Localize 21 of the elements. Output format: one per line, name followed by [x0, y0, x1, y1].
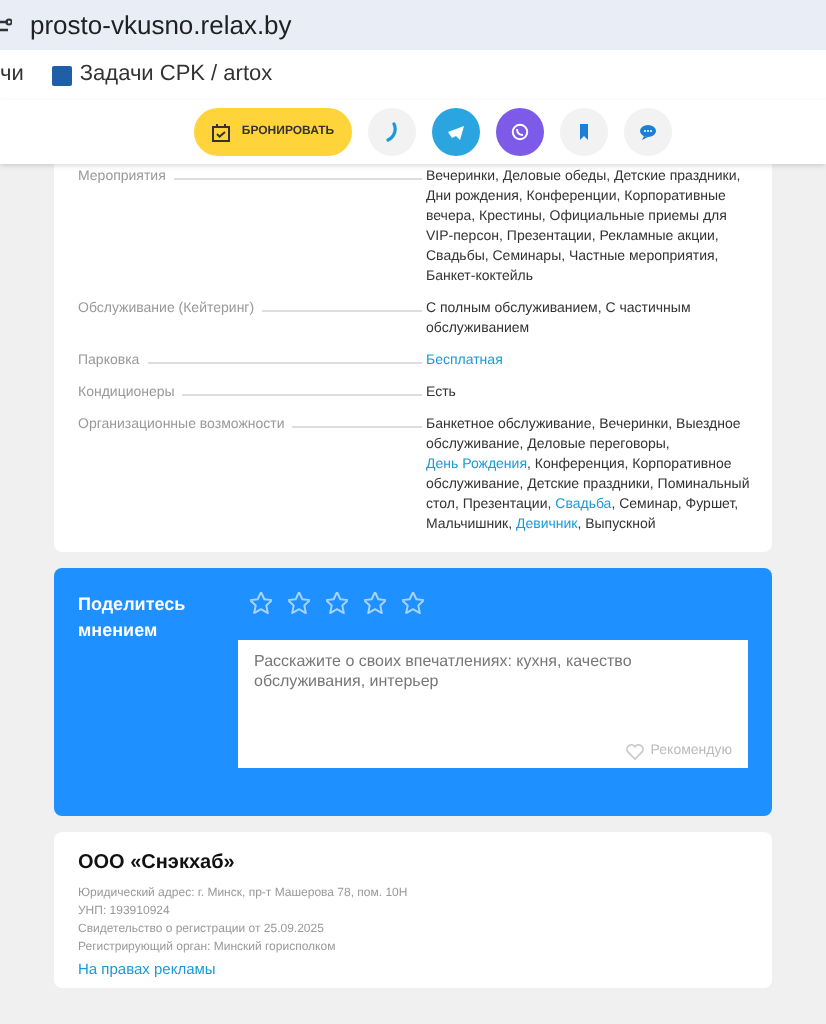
- phone-bubble-icon: [510, 122, 531, 142]
- star-icon[interactable]: [288, 592, 310, 614]
- paper-plane-button[interactable]: [432, 108, 481, 156]
- star-icon[interactable]: [402, 592, 424, 614]
- star-icon[interactable]: [326, 592, 348, 614]
- calendar-icon: [211, 123, 230, 141]
- company-name: ООО «Снэкхаб»: [78, 850, 237, 878]
- star-icon[interactable]: [250, 592, 272, 614]
- star-icon[interactable]: [364, 592, 386, 614]
- review-title: Поделитесь мнением: [78, 592, 188, 644]
- paper-plane-icon: [446, 122, 467, 142]
- phone-bubble-button[interactable]: [496, 108, 545, 156]
- site-settings-icon[interactable]: [0, 15, 12, 35]
- bookmark-link[interactable]: Задачи CPK / artox: [79, 58, 273, 92]
- chat-bubble-button[interactable]: [624, 108, 673, 156]
- chat-bubble-icon: [638, 122, 659, 142]
- heart-icon: [626, 743, 645, 760]
- bookmark-link[interactable]: чи: [0, 58, 24, 92]
- phone-button[interactable]: [368, 108, 417, 156]
- bookmark-button[interactable]: [560, 108, 609, 156]
- bookmark-favicon-icon: [51, 65, 72, 85]
